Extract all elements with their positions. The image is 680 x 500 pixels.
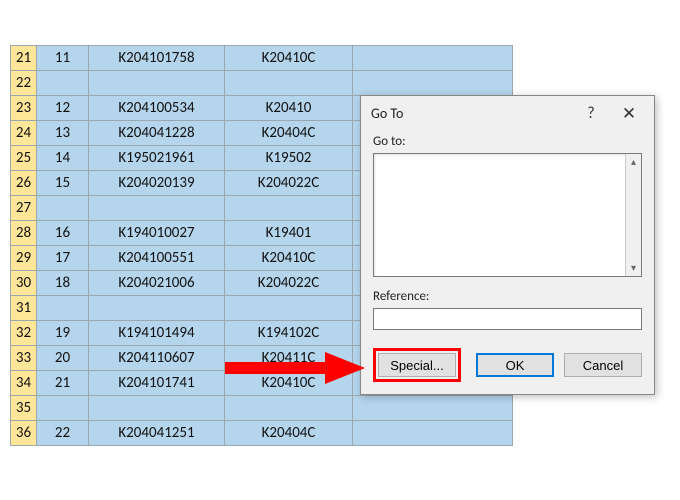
- cell[interactable]: [37, 396, 89, 421]
- cell[interactable]: [225, 71, 353, 96]
- cell[interactable]: [37, 71, 89, 96]
- cancel-button[interactable]: Cancel: [564, 353, 642, 377]
- cell[interactable]: K20410C: [225, 46, 353, 71]
- cell[interactable]: 18: [37, 271, 89, 296]
- cell[interactable]: 13: [37, 121, 89, 146]
- cell[interactable]: K204041251: [89, 421, 225, 446]
- help-button[interactable]: ?: [572, 104, 610, 123]
- goto-listbox[interactable]: ▴ ▾: [373, 153, 642, 277]
- row-header[interactable]: 34: [11, 371, 37, 396]
- row-header[interactable]: 36: [11, 421, 37, 446]
- cell[interactable]: K204041228: [89, 121, 225, 146]
- cell[interactable]: [225, 196, 353, 221]
- scrollbar[interactable]: ▴ ▾: [625, 154, 641, 276]
- cell[interactable]: [225, 296, 353, 321]
- row-header[interactable]: 23: [11, 96, 37, 121]
- row-header[interactable]: 31: [11, 296, 37, 321]
- row-header[interactable]: 24: [11, 121, 37, 146]
- cell[interactable]: K20404C: [225, 421, 353, 446]
- cell[interactable]: K204021006: [89, 271, 225, 296]
- cell[interactable]: K204020139: [89, 171, 225, 196]
- cell[interactable]: K20410: [225, 96, 353, 121]
- row-header[interactable]: 27: [11, 196, 37, 221]
- cell[interactable]: 17: [37, 246, 89, 271]
- cell[interactable]: 22: [37, 421, 89, 446]
- cell[interactable]: K19502: [225, 146, 353, 171]
- cell[interactable]: 12: [37, 96, 89, 121]
- cell[interactable]: 21: [37, 371, 89, 396]
- cell[interactable]: K20410C: [225, 371, 353, 396]
- cell[interactable]: [89, 196, 225, 221]
- cell[interactable]: [353, 71, 513, 96]
- cell[interactable]: K20411C: [225, 346, 353, 371]
- table-row: 35: [11, 396, 513, 421]
- cell[interactable]: [37, 196, 89, 221]
- cell[interactable]: [89, 296, 225, 321]
- table-row: 3622K204041251K20404C: [11, 421, 513, 446]
- table-row: 2111K204101758K20410C: [11, 46, 513, 71]
- cell[interactable]: K204022C: [225, 171, 353, 196]
- row-header[interactable]: 30: [11, 271, 37, 296]
- cell[interactable]: K19401: [225, 221, 353, 246]
- cell[interactable]: [89, 396, 225, 421]
- cell[interactable]: 15: [37, 171, 89, 196]
- special-button[interactable]: Special...: [378, 353, 456, 377]
- cell[interactable]: K204101758: [89, 46, 225, 71]
- dialog-button-row: Special... OK Cancel: [361, 340, 654, 394]
- cell[interactable]: [225, 396, 353, 421]
- goto-dialog: Go To ? ✕ Go to: ▴ ▾ Reference: Special.…: [360, 95, 655, 395]
- cell[interactable]: K204101741: [89, 371, 225, 396]
- row-header[interactable]: 32: [11, 321, 37, 346]
- cell[interactable]: K194101494: [89, 321, 225, 346]
- cell[interactable]: [353, 421, 513, 446]
- reference-input[interactable]: [373, 308, 642, 330]
- row-header[interactable]: 25: [11, 146, 37, 171]
- cell[interactable]: [89, 71, 225, 96]
- cell[interactable]: 19: [37, 321, 89, 346]
- cell[interactable]: K194102C: [225, 321, 353, 346]
- row-header[interactable]: 28: [11, 221, 37, 246]
- cell[interactable]: [353, 396, 513, 421]
- row-header[interactable]: 26: [11, 171, 37, 196]
- cell[interactable]: K204100551: [89, 246, 225, 271]
- highlight-special: Special...: [373, 348, 461, 382]
- row-header[interactable]: 21: [11, 46, 37, 71]
- close-button[interactable]: ✕: [610, 103, 648, 124]
- row-header[interactable]: 33: [11, 346, 37, 371]
- cell[interactable]: K195021961: [89, 146, 225, 171]
- cell[interactable]: K204110607: [89, 346, 225, 371]
- scroll-up-icon[interactable]: ▴: [626, 154, 641, 170]
- reference-label: Reference:: [373, 289, 642, 304]
- cell[interactable]: [37, 296, 89, 321]
- cell[interactable]: K20410C: [225, 246, 353, 271]
- dialog-titlebar: Go To ? ✕: [361, 96, 654, 130]
- cell[interactable]: [353, 46, 513, 71]
- table-row: 22: [11, 71, 513, 96]
- cell[interactable]: 14: [37, 146, 89, 171]
- cell[interactable]: 16: [37, 221, 89, 246]
- cell[interactable]: 20: [37, 346, 89, 371]
- row-header[interactable]: 22: [11, 71, 37, 96]
- cell[interactable]: 11: [37, 46, 89, 71]
- cell[interactable]: K204022C: [225, 271, 353, 296]
- row-header[interactable]: 29: [11, 246, 37, 271]
- cell[interactable]: K204100534: [89, 96, 225, 121]
- cell[interactable]: K20404C: [225, 121, 353, 146]
- cell[interactable]: K194010027: [89, 221, 225, 246]
- ok-button[interactable]: OK: [476, 353, 554, 377]
- dialog-title: Go To: [371, 105, 403, 122]
- scroll-down-icon[interactable]: ▾: [626, 260, 641, 276]
- row-header[interactable]: 35: [11, 396, 37, 421]
- goto-label: Go to:: [373, 134, 642, 149]
